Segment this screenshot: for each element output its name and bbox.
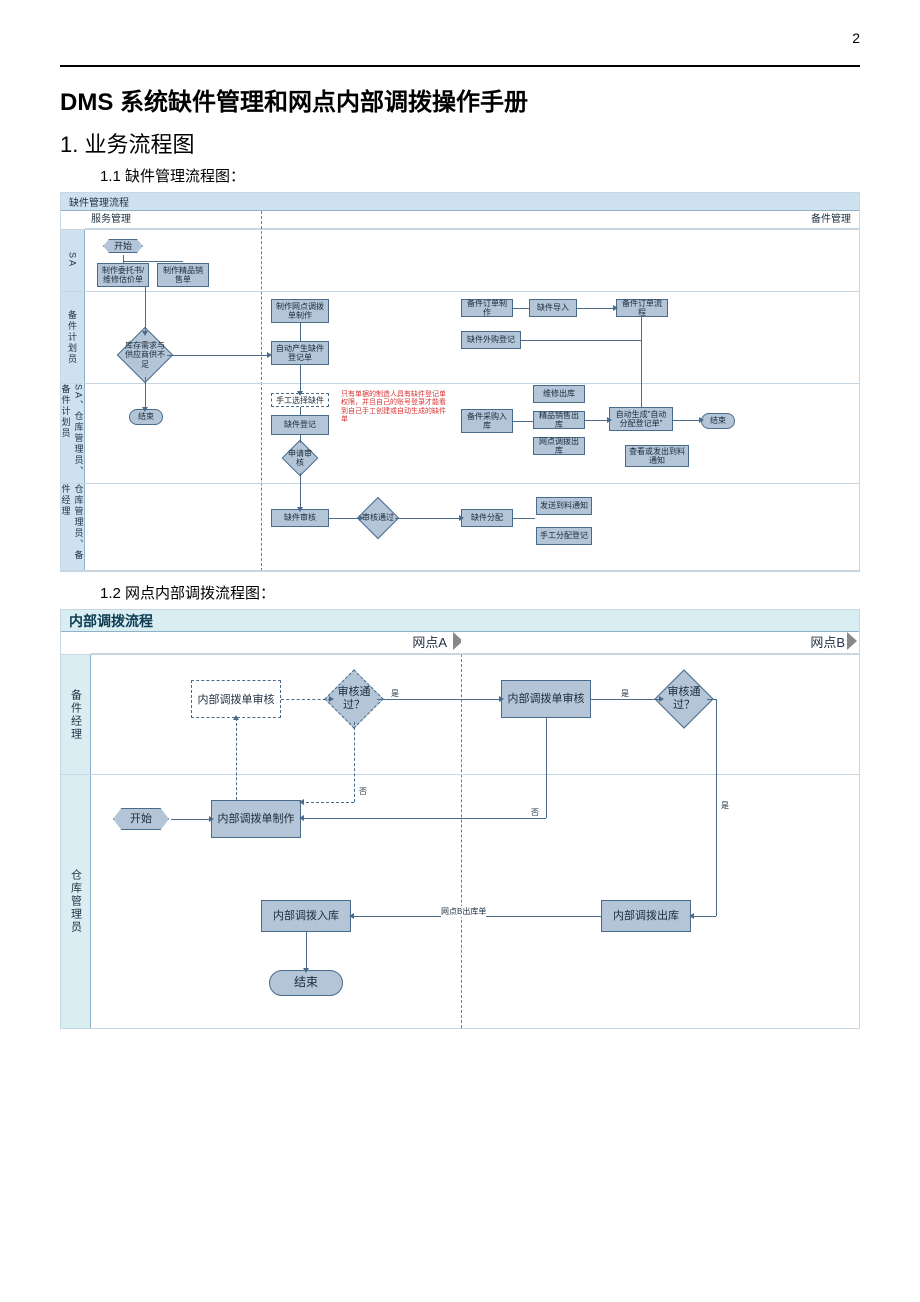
dec-apply: 申请审核 xyxy=(285,443,315,473)
node-jpout: 精品销售出库 xyxy=(533,411,585,429)
d1-col-service: 服务管理 xyxy=(85,211,261,229)
node-audit-a: 内部调拨单审核 xyxy=(191,680,281,718)
node-jp: 制作精品销售单 xyxy=(157,263,209,287)
node-view: 查看或发出到料通知 xyxy=(625,445,689,467)
section-1: 1. 业务流程图 xyxy=(60,127,860,159)
node-wd: 制作网点调拨单制作 xyxy=(271,299,329,323)
diagram-internal-transfer: 内部调拨流程 网点A 网点B 备件经理 仓库管理员 内部调拨单审核 审核通过？ … xyxy=(60,609,860,1029)
lbl-no-b: 否 xyxy=(531,807,539,818)
top-rule xyxy=(60,65,860,67)
node-order: 备件订单制作 xyxy=(461,299,513,317)
node-wdout: 网点调拨出库 xyxy=(533,437,585,455)
dec-pass: 审核通过 xyxy=(361,501,395,535)
node-flow: 备件订单流程 xyxy=(616,299,668,317)
node-make: 内部调拨单制作 xyxy=(211,800,301,838)
node-in: 内部调拨入库 xyxy=(261,900,351,932)
lbl-sheet: 网点B出库单 xyxy=(441,906,486,917)
diagram-shortage-flow: 缺件管理流程 服务管理 备件管理 SA 备件计划员 SA、仓库管理员、备件计划员… xyxy=(60,192,860,572)
doc-title: DMS 系统缺件管理和网点内部调拨操作手册 xyxy=(60,82,860,117)
dec-pass-a: 审核通过？ xyxy=(331,676,377,722)
d1-lane-sa-mgr: SA、仓库管理员、备件计划员 xyxy=(61,384,85,483)
d1-lane-sa: SA xyxy=(61,230,85,291)
end-2: 结束 xyxy=(701,413,735,429)
d2-lane-mgr: 备件经理 xyxy=(61,655,91,774)
d1-lane-wh: 仓库管理员、备件经理 xyxy=(61,484,85,570)
node-in: 备件采购入库 xyxy=(461,409,513,433)
dec-stock: 库存需求与供应商供不足 xyxy=(123,333,167,377)
node-import: 缺件导入 xyxy=(529,299,577,317)
red-note: 只有单据的制造人具有缺件登记单权限，并且自己的账号登录才能看到自己手工创建或自动… xyxy=(341,391,451,425)
node-autodist: 自动生成"自动分配登记单" xyxy=(609,407,673,431)
lbl-yes-a: 是 xyxy=(391,688,399,699)
d1-col-spare: 备件管理 xyxy=(261,211,859,229)
node-dist: 缺件分配 xyxy=(461,509,513,527)
lbl-no-a: 否 xyxy=(359,786,367,797)
node-audit-b: 内部调拨单审核 xyxy=(501,680,591,718)
d2-col-b: 网点B xyxy=(461,632,859,654)
sub-1-2: 1.2 网点内部调拨流程图： xyxy=(100,582,860,603)
node-wxout: 维修出库 xyxy=(533,385,585,403)
node-out: 内部调拨出库 xyxy=(601,900,691,932)
node-manual: 手工分配登记 xyxy=(536,527,592,545)
node-wt: 制作委托书/维修估价单 xyxy=(97,263,149,287)
node-ext: 缺件外购登记 xyxy=(461,331,521,349)
page-number: 2 xyxy=(852,30,860,46)
d1-title: 缺件管理流程 xyxy=(61,193,859,211)
d2-title: 内部调拨流程 xyxy=(61,613,153,629)
start-2: 开始 xyxy=(111,806,171,832)
sub-1-1: 1.1 缺件管理流程图： xyxy=(100,165,860,186)
d2-col-a: 网点A xyxy=(91,632,461,654)
lbl-yes-b1: 是 xyxy=(621,688,629,699)
node-qjdj: 缺件登记 xyxy=(271,415,329,435)
lbl-yes-b2: 是 xyxy=(721,800,729,811)
start-1: 开始 xyxy=(101,237,145,255)
d1-lane-plan: 备件计划员 xyxy=(61,292,85,383)
node-auto: 自动产生缺件登记单 xyxy=(271,341,329,365)
node-notify: 发送到料通知 xyxy=(536,497,592,515)
dec-pass-b: 审核通过？ xyxy=(661,676,707,722)
end-3: 结束 xyxy=(269,970,343,996)
d2-lane-wh: 仓库管理员 xyxy=(61,775,91,1028)
